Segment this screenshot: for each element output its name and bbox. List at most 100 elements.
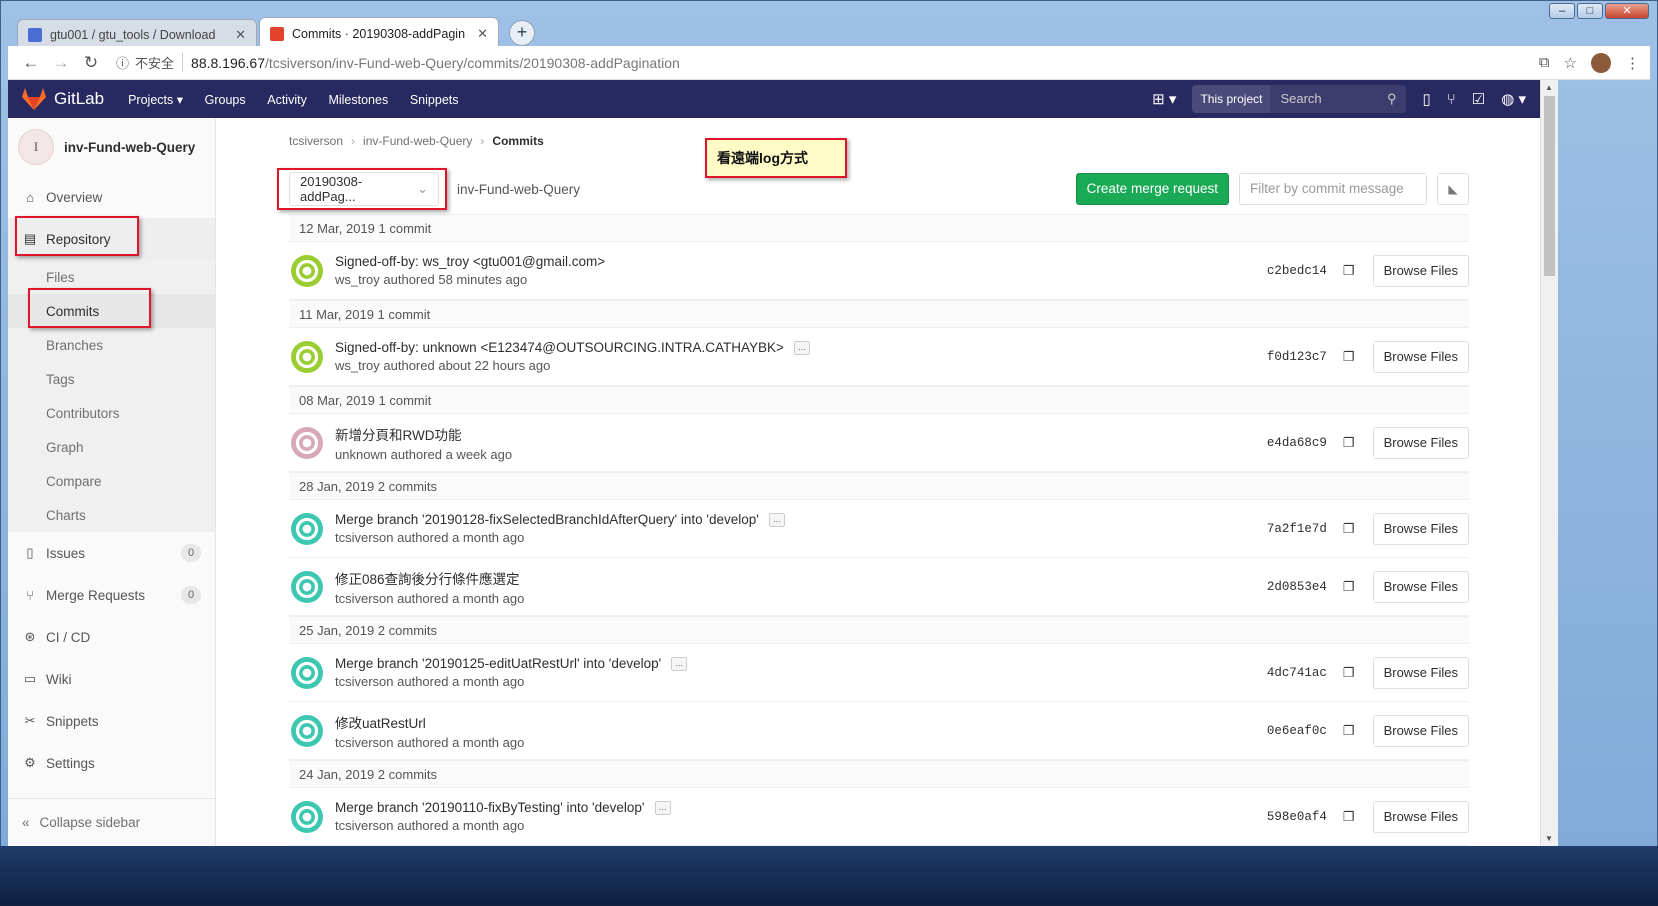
commit-title[interactable]: 修正086查詢後分行條件應選定 bbox=[335, 568, 520, 588]
copy-sha-icon[interactable]: ❐ bbox=[1343, 435, 1355, 451]
nav-projects[interactable]: Projects ▾ bbox=[128, 93, 183, 107]
merge-request-icon[interactable]: ⑂ bbox=[1447, 91, 1456, 108]
copy-sha-icon[interactable]: ❐ bbox=[1343, 521, 1355, 537]
sidebar-item-charts[interactable]: Charts bbox=[8, 498, 215, 532]
expand-message-button[interactable]: ... bbox=[768, 512, 785, 527]
sidebar-item-cicd[interactable]: ⊛ CI / CD bbox=[8, 616, 215, 658]
sidebar-item-files[interactable]: Files bbox=[8, 260, 215, 294]
commit-sha[interactable]: 2d0853e4 bbox=[1267, 580, 1327, 594]
sidebar-item-commits[interactable]: Commits bbox=[8, 294, 215, 328]
close-tab-icon[interactable]: ✕ bbox=[477, 26, 488, 42]
commit-sha[interactable]: 7a2f1e7d bbox=[1267, 522, 1327, 536]
commit-title[interactable]: Merge branch '20190110-fixByTesting' int… bbox=[335, 800, 645, 815]
menu-kebab-icon[interactable]: ⋮ bbox=[1625, 54, 1640, 72]
commit-sha[interactable]: e4da68c9 bbox=[1267, 436, 1327, 450]
commit-title[interactable]: Signed-off-by: unknown <E123474@OUTSOURC… bbox=[335, 340, 784, 355]
commit-sha[interactable]: f0d123c7 bbox=[1267, 350, 1327, 364]
reload-icon[interactable]: ↻ bbox=[78, 53, 104, 73]
sidebar-item-merge-requests[interactable]: ⑂ Merge Requests 0 bbox=[8, 574, 215, 616]
breadcrumb-namespace[interactable]: tcsiverson bbox=[289, 134, 343, 148]
sidebar-item-compare[interactable]: Compare bbox=[8, 464, 215, 498]
identicon-avatar[interactable] bbox=[291, 340, 323, 373]
identicon-avatar[interactable] bbox=[291, 714, 323, 747]
forward-icon[interactable]: → bbox=[48, 53, 74, 73]
browser-tab-downloads[interactable]: gtu001 / gtu_tools / Download ✕ bbox=[17, 19, 257, 49]
browse-files-button[interactable]: Browse Files bbox=[1372, 340, 1469, 373]
identicon-avatar[interactable] bbox=[291, 570, 323, 603]
issues-icon[interactable]: ▯ bbox=[1422, 90, 1430, 108]
commit-title[interactable]: 新增分頁和RWD功能 bbox=[335, 424, 462, 444]
gitlab-logo[interactable]: GitLab bbox=[22, 88, 104, 110]
create-merge-request-button[interactable]: Create merge request bbox=[1075, 173, 1229, 205]
search-input[interactable]: Search ⚲ bbox=[1270, 85, 1407, 113]
identicon-avatar[interactable] bbox=[291, 512, 323, 545]
scroll-up-icon[interactable]: ▲ bbox=[1545, 83, 1553, 92]
browse-files-button[interactable]: Browse Files bbox=[1372, 254, 1469, 287]
collapse-sidebar-button[interactable]: « Collapse sidebar bbox=[8, 798, 216, 846]
copy-sha-icon[interactable]: ❐ bbox=[1343, 263, 1355, 279]
copy-sha-icon[interactable]: ❐ bbox=[1343, 349, 1355, 365]
browse-files-button[interactable]: Browse Files bbox=[1372, 656, 1469, 689]
commit-title[interactable]: Signed-off-by: ws_troy <gtu001@gmail.com… bbox=[335, 254, 605, 269]
bookmark-star-icon[interactable]: ☆ bbox=[1564, 54, 1577, 72]
close-window-button[interactable]: ✕ bbox=[1605, 3, 1649, 19]
breadcrumb-current[interactable]: Commits bbox=[492, 134, 543, 148]
copy-sha-icon[interactable]: ❐ bbox=[1343, 809, 1355, 825]
commit-title[interactable]: Merge branch '20190125-editUatRestUrl' i… bbox=[335, 656, 661, 671]
user-avatar-icon[interactable]: ◍ ▾ bbox=[1501, 90, 1526, 108]
identicon-avatar[interactable] bbox=[291, 656, 323, 689]
minimize-button[interactable]: – bbox=[1549, 3, 1575, 19]
expand-message-button[interactable]: ... bbox=[654, 800, 671, 815]
sidebar-project[interactable]: I inv-Fund-web-Query bbox=[8, 118, 215, 176]
copy-sha-icon[interactable]: ❐ bbox=[1343, 665, 1355, 681]
sidebar-item-overview[interactable]: ⌂ Overview bbox=[8, 176, 215, 218]
vertical-scrollbar[interactable]: ▲ ▼ bbox=[1540, 80, 1558, 846]
close-tab-icon[interactable]: ✕ bbox=[235, 27, 246, 43]
commit-sha[interactable]: c2bedc14 bbox=[1267, 264, 1327, 278]
sidebar-item-tags[interactable]: Tags bbox=[8, 362, 215, 396]
sidebar-item-graph[interactable]: Graph bbox=[8, 430, 215, 464]
expand-message-button[interactable]: ... bbox=[793, 340, 810, 355]
profile-avatar[interactable] bbox=[1591, 52, 1611, 73]
commit-sha[interactable]: 0e6eaf0c bbox=[1267, 724, 1327, 738]
rss-feed-icon[interactable]: ◣ bbox=[1437, 173, 1469, 205]
browse-files-button[interactable]: Browse Files bbox=[1372, 426, 1469, 459]
identicon-avatar[interactable] bbox=[291, 254, 323, 287]
nav-milestones[interactable]: Milestones bbox=[328, 93, 388, 107]
identicon-avatar[interactable] bbox=[291, 800, 323, 833]
search-box[interactable]: This project Search ⚲ bbox=[1192, 85, 1407, 113]
new-tab-button[interactable]: + bbox=[509, 20, 535, 46]
breadcrumb-project[interactable]: inv-Fund-web-Query bbox=[363, 134, 472, 148]
commit-title[interactable]: Merge branch '20190128-fixSelectedBranch… bbox=[335, 512, 759, 527]
identicon-avatar[interactable] bbox=[291, 426, 323, 459]
browse-files-button[interactable]: Browse Files bbox=[1372, 570, 1469, 603]
copy-sha-icon[interactable]: ❐ bbox=[1343, 579, 1355, 595]
commit-title[interactable]: 修改uatRestUrl bbox=[335, 712, 426, 732]
browse-files-button[interactable]: Browse Files bbox=[1372, 512, 1469, 545]
sidebar-item-snippets[interactable]: ✂ Snippets bbox=[8, 700, 215, 742]
sidebar-item-wiki[interactable]: ▭ Wiki bbox=[8, 658, 215, 700]
sidebar-item-branches[interactable]: Branches bbox=[8, 328, 215, 362]
browse-files-button[interactable]: Browse Files bbox=[1372, 800, 1469, 833]
info-icon[interactable]: ⓘ bbox=[116, 53, 129, 72]
url-field[interactable]: ⓘ 不安全 88.8.196.67/tcsiverson/inv-Fund-we… bbox=[116, 53, 1539, 72]
expand-message-button[interactable]: ... bbox=[671, 656, 688, 671]
sidebar-item-issues[interactable]: ▯ Issues 0 bbox=[8, 532, 215, 574]
maximize-button[interactable]: □ bbox=[1577, 3, 1603, 19]
copy-sha-icon[interactable]: ❐ bbox=[1343, 723, 1355, 739]
back-icon[interactable]: ← bbox=[18, 53, 44, 73]
scrollbar-thumb[interactable] bbox=[1544, 96, 1555, 276]
commit-sha[interactable]: 598e0af4 bbox=[1267, 810, 1327, 824]
nav-groups[interactable]: Groups bbox=[205, 93, 246, 107]
filter-commits-input[interactable]: Filter by commit message bbox=[1239, 173, 1427, 205]
translate-icon[interactable]: ⧉ bbox=[1539, 54, 1550, 71]
todo-check-icon[interactable]: ☑ bbox=[1472, 90, 1485, 108]
branch-selector[interactable]: 20190308-addPag... ⌄ bbox=[289, 172, 439, 206]
nav-snippets[interactable]: Snippets bbox=[410, 93, 459, 107]
sidebar-item-settings[interactable]: ⚙ Settings bbox=[8, 742, 215, 784]
browser-tab-commits[interactable]: Commits · 20190308-addPagin ✕ bbox=[259, 17, 499, 49]
sidebar-item-contributors[interactable]: Contributors bbox=[8, 396, 215, 430]
browse-files-button[interactable]: Browse Files bbox=[1372, 714, 1469, 747]
commit-sha[interactable]: 4dc741ac bbox=[1267, 666, 1327, 680]
nav-activity[interactable]: Activity bbox=[267, 93, 307, 107]
